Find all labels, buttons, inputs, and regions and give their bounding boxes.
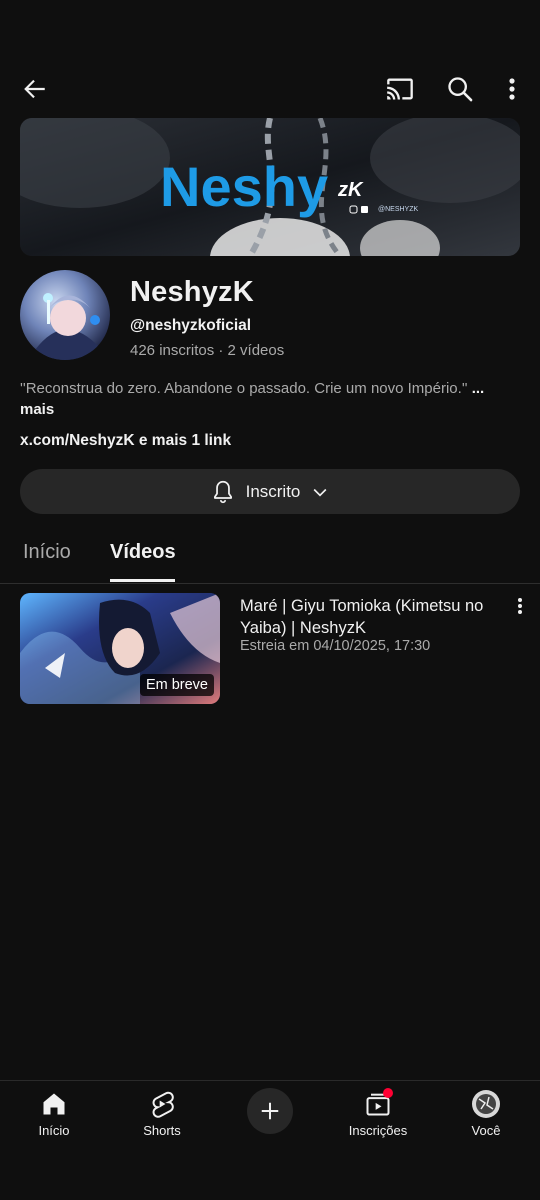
cast-button[interactable] [378, 67, 422, 111]
subscribed-button[interactable]: Inscrito [20, 469, 520, 514]
notification-dot [383, 1088, 393, 1098]
nav-you-label: Você [471, 1123, 501, 1138]
description-text: ''Reconstrua do zero. Abandone o passado… [20, 380, 468, 397]
cast-icon [387, 78, 413, 100]
video-options-button[interactable] [504, 592, 536, 620]
video-thumbnail[interactable]: Em breve [20, 593, 220, 704]
shorts-icon [152, 1091, 174, 1118]
top-app-bar [0, 64, 540, 114]
more-options-button[interactable] [490, 67, 534, 111]
create-plus-icon [261, 1102, 279, 1120]
search-button[interactable] [438, 67, 482, 111]
search-icon [448, 77, 473, 102]
active-tab-indicator [110, 579, 175, 582]
chevron-down-icon [313, 488, 327, 497]
channel-handle: @neshyzkoficial [130, 317, 252, 334]
more-vert-icon [509, 78, 515, 100]
nav-shorts-label: Shorts [143, 1123, 181, 1138]
tab-home[interactable]: Início [23, 541, 71, 564]
avatar-icon [472, 1090, 500, 1118]
home-icon [43, 1093, 65, 1115]
video-meta: Estreia em 04/10/2025, 17:30 [240, 638, 431, 654]
video-title[interactable]: Maré | Giyu Tomioka (Kimetsu no Yaiba) |… [240, 595, 500, 639]
channel-description[interactable]: ''Reconstrua do zero. Abandone o passado… [20, 378, 520, 420]
nav-home[interactable]: Início [14, 1085, 94, 1138]
channel-links[interactable]: x.com/NeshyzK e mais 1 link [20, 432, 231, 450]
channel-name: NeshyzK [130, 276, 254, 308]
banner-brand-text: Neshy [160, 155, 328, 218]
create-button[interactable] [247, 1088, 293, 1134]
tab-videos[interactable]: Vídeos [110, 541, 176, 564]
channel-stats: 426 inscritos · 2 vídeos [130, 342, 285, 359]
channel-avatar[interactable] [20, 270, 110, 360]
arrow-left-icon [24, 79, 45, 99]
upcoming-badge: Em breve [139, 674, 214, 696]
subscribed-label: Inscrito [245, 481, 301, 501]
bell-icon [213, 480, 232, 503]
nav-subscriptions-label: Inscrições [348, 1123, 408, 1138]
tabs-divider [0, 583, 540, 584]
banner-handle-text: @NESHYZK [378, 206, 418, 213]
nav-shorts[interactable]: Shorts [122, 1085, 202, 1138]
nav-subscriptions[interactable]: Inscrições [338, 1085, 418, 1138]
more-vert-icon [518, 598, 522, 614]
nav-home-label: Início [38, 1123, 70, 1138]
channel-banner: Neshy zK @NESHYZK [20, 118, 520, 256]
nav-you[interactable]: Você [446, 1085, 526, 1138]
banner-brand-suffix: zK [337, 179, 364, 201]
back-button[interactable] [13, 67, 57, 111]
